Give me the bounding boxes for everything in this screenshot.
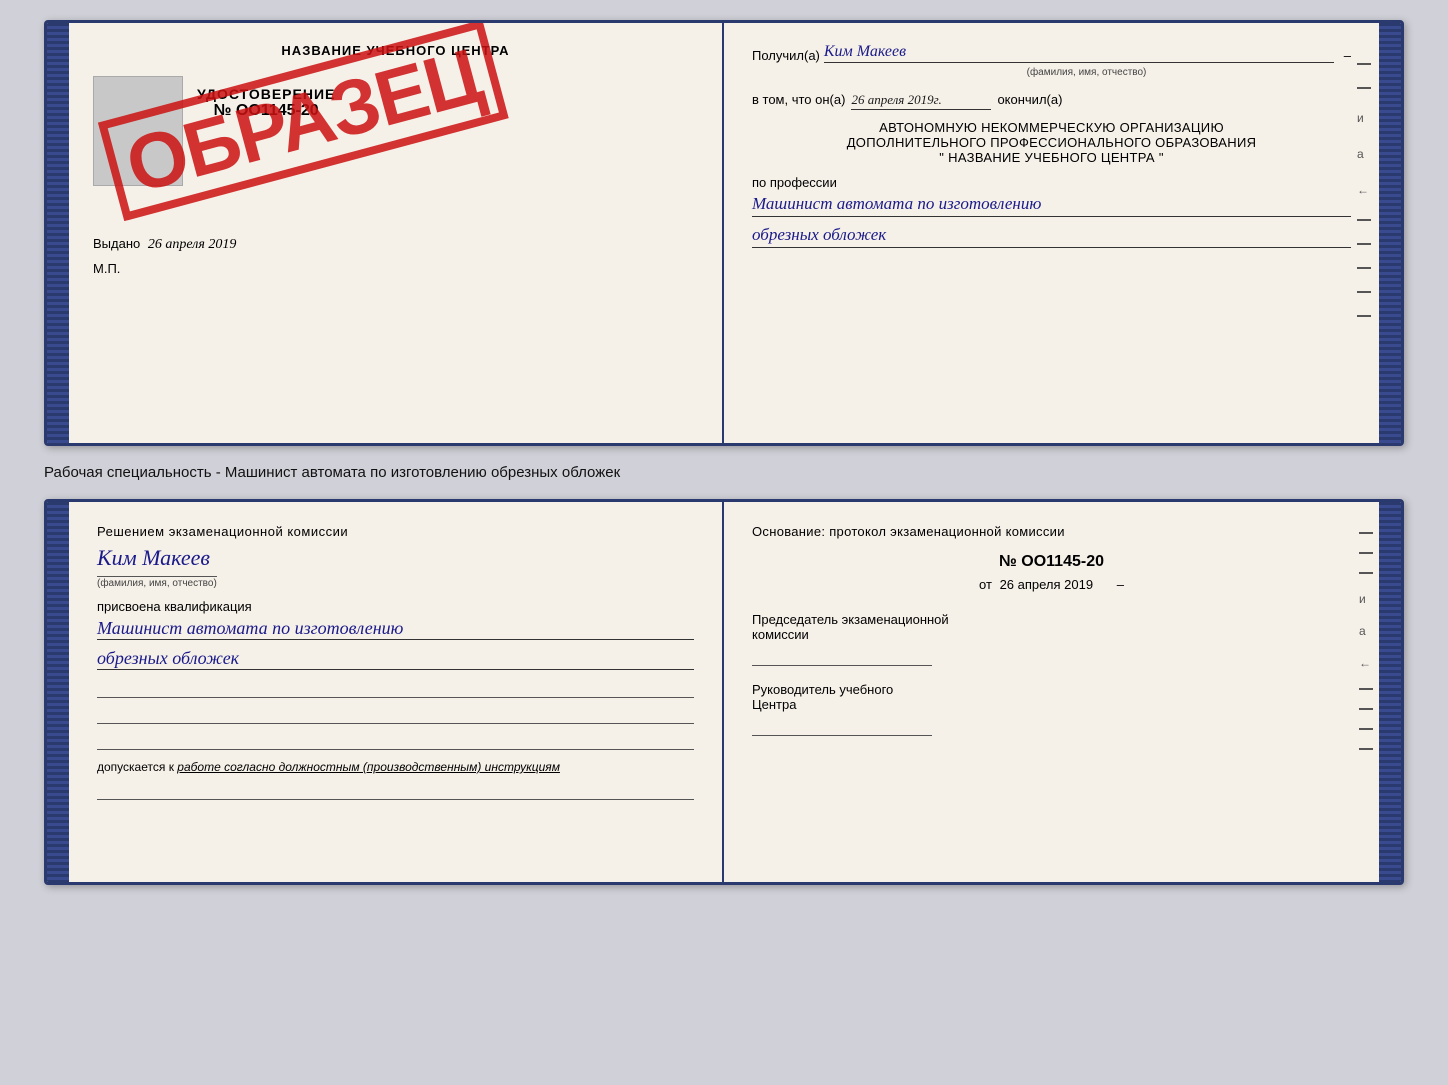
binding-right — [1379, 23, 1401, 443]
dash-4 — [1357, 243, 1371, 245]
mp-line: М.П. — [93, 261, 698, 276]
predsedatel-line1: Председатель экзаменационной — [752, 612, 1351, 627]
binding-right-bottom — [1379, 502, 1401, 882]
caption: Рабочая специальность - Машинист автомат… — [44, 462, 1404, 483]
ot-prefix: от — [979, 577, 992, 592]
top-left-title: НАЗВАНИЕ УЧЕБНОГО ЦЕНТРА — [93, 43, 698, 58]
org-quote-open: " — [939, 150, 944, 165]
right-dashes-top: и а ← — [1357, 63, 1371, 317]
deco-a: а — [1357, 147, 1371, 161]
photo-placeholder — [93, 76, 183, 186]
dopuskaetsya-text: допускается к работе согласно должностны… — [97, 760, 694, 774]
bottom-doc-left: Решением экзаменационной комиссии Ким Ма… — [69, 502, 724, 882]
bottom-dash-6 — [1359, 728, 1373, 730]
okonchil-label: окончил(а) — [997, 92, 1062, 107]
bottom-dash-5 — [1359, 708, 1373, 710]
bottom-dash-4 — [1359, 688, 1373, 690]
dash-7 — [1357, 315, 1371, 317]
bottom-name: Ким Макеев — [97, 545, 694, 571]
rukovoditel-block: Руководитель учебного Центра — [752, 682, 1351, 736]
dopuskaetsya-label: допускается к — [97, 760, 174, 774]
binding-left — [47, 23, 69, 443]
poluchil-label: Получил(а) — [752, 48, 820, 63]
deco-arrow: ← — [1357, 183, 1371, 197]
dash-2 — [1357, 87, 1371, 89]
predsedatel-block: Председатель экзаменационной комиссии — [752, 612, 1351, 666]
org-line2: ДОПОЛНИТЕЛЬНОГО ПРОФЕССИОНАЛЬНОГО ОБРАЗО… — [752, 135, 1351, 150]
poluchil-line: Получил(а) Ким Макеев – — [752, 43, 1351, 63]
vtom-label: в том, что он(а) — [752, 92, 845, 107]
top-doc-right: Получил(а) Ким Макеев – (фамилия, имя, о… — [724, 23, 1379, 443]
bottom-deco-a: а — [1359, 624, 1373, 638]
top-doc-left: НАЗВАНИЕ УЧЕБНОГО ЦЕНТРА УДОСТОВЕРЕНИЕ №… — [69, 23, 724, 443]
bottom-deco-arrow: ← — [1359, 656, 1373, 670]
blank-line-4 — [97, 782, 694, 800]
vtom-date: 26 апреля 2019г. — [851, 92, 991, 110]
deco-i: и — [1357, 111, 1371, 125]
vydano-line: Выдано 26 апреля 2019 — [93, 236, 698, 253]
blank-line-2 — [97, 706, 694, 724]
blank-line-3 — [97, 732, 694, 750]
dopuskaetsya-italic: работе согласно должностным (производств… — [177, 760, 560, 774]
vydano-label: Выдано — [93, 236, 140, 251]
rukovoditel-line2: Центра — [752, 697, 1351, 712]
bottom-fio-subtitle: (фамилия, имя, отчество) — [97, 576, 217, 589]
resheniem-text: Решением экзаменационной комиссии — [97, 524, 694, 539]
bottom-dash-2 — [1359, 552, 1373, 554]
top-document-spread: НАЗВАНИЕ УЧЕБНОГО ЦЕНТРА УДОСТОВЕРЕНИЕ №… — [44, 20, 1404, 446]
poluchil-name: Ким Макеев — [824, 43, 1334, 63]
binding-left-bottom — [47, 502, 69, 882]
qualification-line2: обрезных обложек — [97, 648, 694, 670]
udostoverenie-block: УДОСТОВЕРЕНИЕ № OO1145-20 — [197, 86, 335, 120]
dash-5 — [1357, 267, 1371, 269]
org-name: НАЗВАНИЕ УЧЕБНОГО ЦЕНТРА — [948, 150, 1155, 165]
qualification-line1: Машинист автомата по изготовлению — [97, 618, 694, 640]
org-quote-close: " — [1159, 150, 1164, 165]
profession-line2: обрезных обложек — [752, 225, 1351, 248]
poluchil-subtitle: (фамилия, имя, отчество) — [822, 67, 1351, 78]
bottom-dash-1 — [1359, 532, 1373, 534]
prof-line: по профессии Машинист автомата по изгото… — [752, 175, 1351, 248]
bottom-deco-i: и — [1359, 592, 1373, 606]
predsedatel-line2: комиссии — [752, 627, 1351, 642]
po-professii-label: по профессии — [752, 175, 837, 190]
predsedatel-signature-line — [752, 648, 932, 666]
rukovoditel-line1: Руководитель учебного — [752, 682, 1351, 697]
org-line1: АВТОНОМНУЮ НЕКОММЕРЧЕСКУЮ ОРГАНИЗАЦИЮ — [752, 120, 1351, 135]
ot-date-value: 26 апреля 2019 — [1000, 577, 1094, 592]
dash-1 — [1357, 63, 1371, 65]
org-block: АВТОНОМНУЮ НЕКОММЕРЧЕСКУЮ ОРГАНИЗАЦИЮ ДО… — [752, 120, 1351, 165]
bottom-dash-7 — [1359, 748, 1373, 750]
bottom-document-spread: Решением экзаменационной комиссии Ким Ма… — [44, 499, 1404, 885]
udostoverenie-number: № OO1145-20 — [197, 102, 335, 120]
dash-6 — [1357, 291, 1371, 293]
prisvoena-text: присвоена квалификация — [97, 599, 694, 614]
bottom-dash-3 — [1359, 572, 1373, 574]
bottom-doc-right: Основание: протокол экзаменационной коми… — [724, 502, 1379, 882]
protocol-number: № OO1145-20 — [752, 553, 1351, 571]
osnovaniye-text: Основание: протокол экзаменационной коми… — [752, 524, 1351, 539]
ot-date: от 26 апреля 2019 – — [752, 577, 1351, 592]
org-name-line: " НАЗВАНИЕ УЧЕБНОГО ЦЕНТРА " — [752, 150, 1351, 165]
udostoverenie-label: УДОСТОВЕРЕНИЕ — [197, 86, 335, 102]
blank-line-1 — [97, 680, 694, 698]
profession-line1: Машинист автомата по изготовлению — [752, 194, 1351, 217]
vydano-date: 26 апреля 2019 — [148, 237, 236, 252]
dash-3 — [1357, 219, 1371, 221]
rukovoditel-signature-line — [752, 718, 932, 736]
right-dashes-bottom: и а ← — [1359, 532, 1373, 750]
vtom-line: в том, что он(а) 26 апреля 2019г. окончи… — [752, 92, 1351, 110]
